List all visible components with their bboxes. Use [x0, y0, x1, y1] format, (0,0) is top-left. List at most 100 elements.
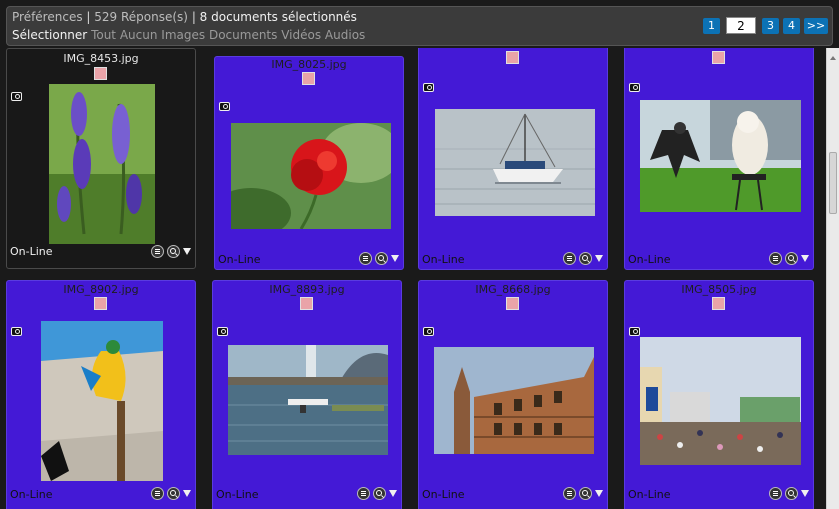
zoom-icon[interactable] [785, 487, 798, 500]
menu-icon[interactable] [769, 487, 782, 500]
filename: IMG_8893.jpg [269, 283, 345, 296]
festival-crowd-image [640, 337, 801, 465]
menu-icon[interactable] [563, 487, 576, 500]
thumbnail-image[interactable] [228, 345, 388, 455]
chevron-down-icon[interactable] [801, 490, 809, 497]
zoom-icon[interactable] [785, 252, 798, 265]
chevron-down-icon[interactable] [595, 490, 603, 497]
status-label: On-Line [628, 488, 671, 501]
chevron-down-icon[interactable] [801, 255, 809, 262]
page-input[interactable] [726, 17, 756, 34]
red-flower-image [231, 123, 391, 229]
status-label: On-Line [422, 488, 465, 501]
select-none-link[interactable]: Aucun [120, 28, 158, 42]
zoom-icon[interactable] [373, 487, 386, 500]
card-actions [354, 487, 397, 500]
status-label: On-Line [216, 488, 259, 501]
result-card[interactable]: On-Line [418, 48, 608, 270]
parrot-image [41, 321, 163, 481]
page-1-button[interactable]: 1 [703, 17, 720, 34]
zoom-icon[interactable] [579, 252, 592, 265]
page-4-button[interactable]: 4 [783, 17, 800, 34]
status-label: On-Line [10, 245, 53, 258]
select-checkbox[interactable] [302, 72, 315, 85]
summary-line: Préférences | 529 Réponse(s) | 8 documen… [12, 10, 357, 24]
menu-icon[interactable] [359, 252, 372, 265]
status-label: On-Line [628, 253, 671, 266]
thumbnail-image[interactable] [434, 347, 594, 454]
result-card[interactable]: IMG_8902.jpg On-Line [6, 280, 196, 509]
card-actions [560, 487, 603, 500]
menu-icon[interactable] [563, 252, 576, 265]
select-audios-link[interactable]: Audios [325, 28, 365, 42]
camera-icon [217, 327, 228, 336]
next-page-button[interactable]: >> [804, 17, 828, 34]
chevron-down-icon[interactable] [389, 490, 397, 497]
flower-lupine-image [49, 84, 155, 244]
filename: IMG_8025.jpg [271, 58, 347, 71]
scrollbar-thumb[interactable] [829, 152, 837, 214]
thumbnail-image[interactable] [640, 337, 801, 465]
chevron-down-icon[interactable] [183, 490, 191, 497]
chevron-down-icon[interactable] [595, 255, 603, 262]
result-card[interactable]: IMG_8505.jpg On-Line [624, 280, 814, 509]
thumbnail-image[interactable] [435, 109, 595, 216]
result-card[interactable]: IMG_8453.jpg On-Line [6, 48, 196, 269]
pagination: 1 3 4 >> [699, 17, 828, 34]
status-label: On-Line [422, 253, 465, 266]
camera-icon [219, 102, 230, 111]
filename: IMG_8453.jpg [63, 52, 139, 65]
menu-icon[interactable] [151, 487, 164, 500]
camera-icon [423, 327, 434, 336]
result-card[interactable]: IMG_8025.jpg On-Line [214, 56, 404, 270]
result-card[interactable]: IMG_8668.jpg On-Line [418, 280, 608, 509]
page-3-button[interactable]: 3 [762, 17, 779, 34]
selection-line: Sélectionner Tout Aucun Images Documents… [12, 28, 365, 42]
chevron-down-icon[interactable] [391, 255, 399, 262]
camera-icon [629, 83, 640, 92]
result-card[interactable]: IMG_8893.jpg On-Line [212, 280, 402, 509]
status-label: On-Line [218, 253, 261, 266]
select-checkbox[interactable] [300, 297, 313, 310]
zoom-icon[interactable] [579, 487, 592, 500]
filename: IMG_8505.jpg [681, 283, 757, 296]
camera-icon [11, 327, 22, 336]
select-checkbox[interactable] [712, 51, 725, 64]
birds-of-prey-image [640, 100, 801, 212]
response-count: 529 Réponse(s) [94, 10, 188, 24]
menu-icon[interactable] [151, 245, 164, 258]
thumbnail-image[interactable] [231, 123, 391, 229]
results-grid: IMG_8453.jpg On-Line IMG_8025.jpg On-Lin… [0, 48, 826, 509]
select-all-link[interactable]: Tout [91, 28, 116, 42]
select-checkbox[interactable] [506, 51, 519, 64]
chevron-down-icon[interactable] [183, 248, 191, 255]
zoom-icon[interactable] [167, 487, 180, 500]
thumbnail-image[interactable] [640, 100, 801, 212]
card-actions [766, 487, 809, 500]
menu-icon[interactable] [769, 252, 782, 265]
scroll-up-icon[interactable] [830, 56, 836, 60]
select-checkbox[interactable] [94, 67, 107, 80]
thumbnail-image[interactable] [41, 321, 163, 481]
select-documents-link[interactable]: Documents [209, 28, 277, 42]
select-videos-link[interactable]: Vidéos [281, 28, 321, 42]
select-checkbox[interactable] [94, 297, 107, 310]
card-actions [560, 252, 603, 265]
preferences-link[interactable]: Préférences [12, 10, 83, 24]
select-checkbox[interactable] [712, 297, 725, 310]
result-card[interactable]: On-Line [624, 48, 814, 270]
vertical-scrollbar[interactable] [826, 48, 839, 509]
sandstone-building-image [434, 347, 594, 454]
status-label: On-Line [10, 488, 53, 501]
zoom-icon[interactable] [375, 252, 388, 265]
camera-icon [629, 327, 640, 336]
select-checkbox[interactable] [506, 297, 519, 310]
menu-icon[interactable] [357, 487, 370, 500]
camera-icon [11, 92, 22, 101]
thumbnail-image[interactable] [49, 84, 155, 244]
select-images-link[interactable]: Images [161, 28, 205, 42]
zoom-icon[interactable] [167, 245, 180, 258]
filename: IMG_8902.jpg [63, 283, 139, 296]
sailboat-image [435, 109, 595, 216]
camera-icon [423, 83, 434, 92]
